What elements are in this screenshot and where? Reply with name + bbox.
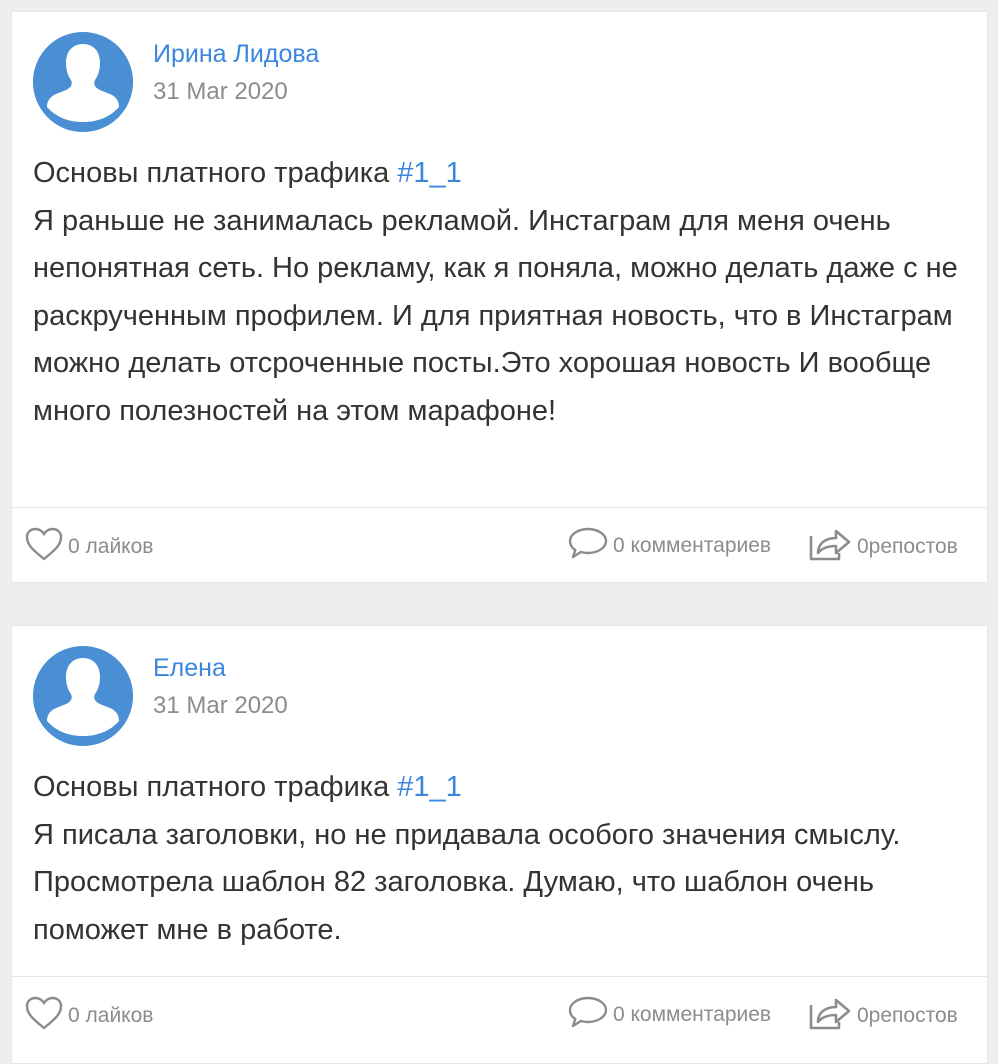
heart-icon xyxy=(24,526,64,568)
share-arrow-icon xyxy=(807,526,853,568)
comments-count: 0 комментариев xyxy=(613,534,772,557)
post-body: Основы платного трафика #1_1 Я писала за… xyxy=(33,764,963,954)
user-silhouette-icon xyxy=(33,32,133,132)
post-card: Елена 31 Mar 2020 Основы платного трафик… xyxy=(11,625,988,1064)
comment-button[interactable]: 0 комментариев xyxy=(567,995,771,1035)
avatar[interactable] xyxy=(33,32,133,132)
reposts-count: 0репостов xyxy=(857,1004,958,1027)
user-silhouette-icon xyxy=(33,646,133,746)
post-title-line: Основы платного трафика #1_1 xyxy=(33,150,963,198)
like-button[interactable]: 0 лайков xyxy=(24,526,153,568)
speech-bubble-icon xyxy=(567,526,609,566)
post-title: Основы платного трафика xyxy=(33,771,398,803)
post-text: Я писала заголовки, но не придавала особ… xyxy=(33,818,901,946)
repost-button[interactable]: 0репостов xyxy=(807,995,958,1037)
share-arrow-icon xyxy=(807,995,853,1037)
post-title-line: Основы платного трафика #1_1 xyxy=(33,764,963,812)
avatar[interactable] xyxy=(33,646,133,746)
post-date: 31 Mar 2020 xyxy=(153,78,288,105)
repost-button[interactable]: 0репостов xyxy=(807,526,958,568)
author-name-link[interactable]: Ирина Лидова xyxy=(153,40,319,69)
post-card: Ирина Лидова 31 Mar 2020 Основы платного… xyxy=(11,11,988,583)
hashtag-link[interactable]: #1_1 xyxy=(397,771,462,803)
post-date: 31 Mar 2020 xyxy=(153,692,288,719)
comments-count: 0 комментариев xyxy=(613,1003,772,1026)
post-body: Основы платного трафика #1_1 Я раньше не… xyxy=(33,150,963,435)
speech-bubble-icon xyxy=(567,995,609,1035)
post-text: Я раньше не занималась рекламой. Инстагр… xyxy=(33,204,958,427)
hashtag-link[interactable]: #1_1 xyxy=(397,157,462,189)
divider xyxy=(12,976,987,977)
divider xyxy=(12,507,987,508)
author-name-link[interactable]: Елена xyxy=(153,654,226,683)
like-button[interactable]: 0 лайков xyxy=(24,995,153,1037)
reposts-count: 0репостов xyxy=(857,535,958,558)
post-title: Основы платного трафика xyxy=(33,157,398,189)
likes-count: 0 лайков xyxy=(68,1004,154,1027)
comment-button[interactable]: 0 комментариев xyxy=(567,526,771,566)
heart-icon xyxy=(24,995,64,1037)
likes-count: 0 лайков xyxy=(68,535,154,558)
